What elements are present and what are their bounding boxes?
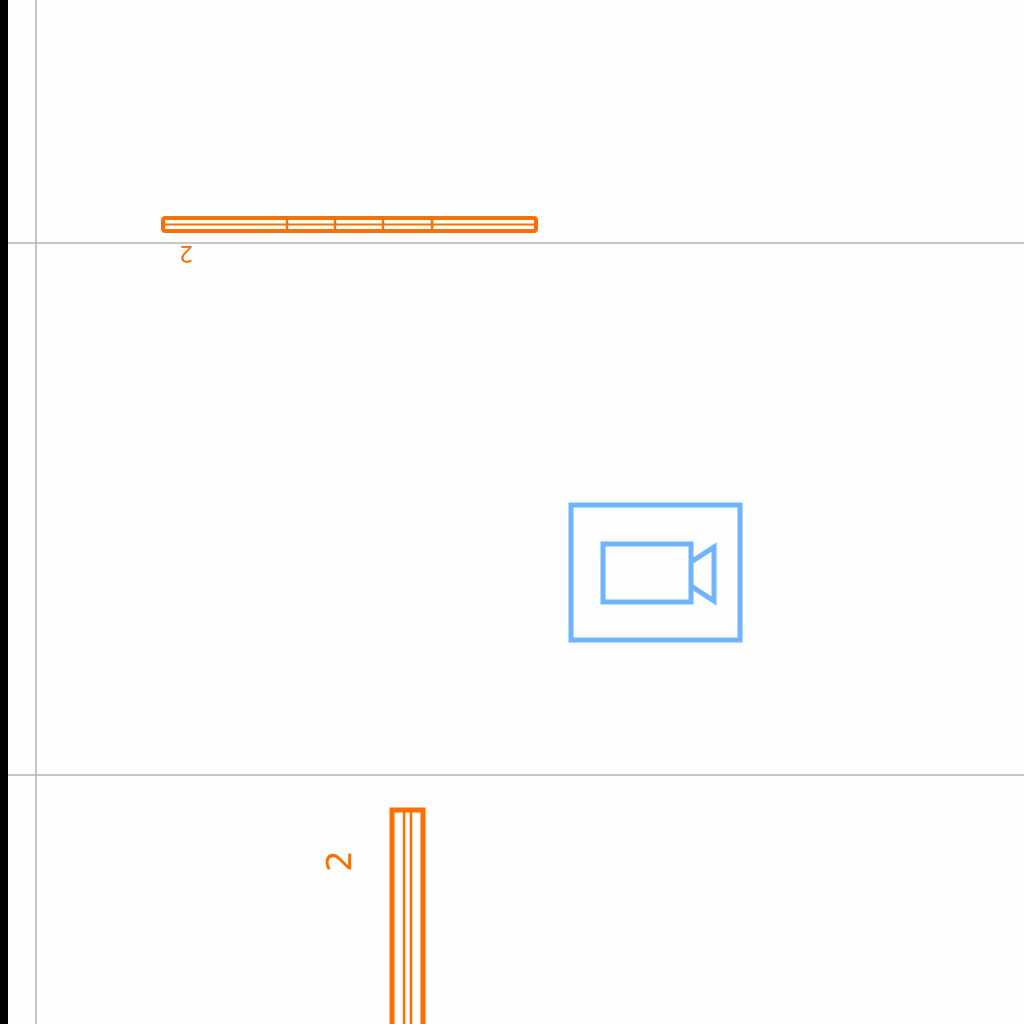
camera-icon[interactable] bbox=[568, 502, 743, 643]
grid-lines bbox=[8, 0, 1024, 1024]
camera-lens bbox=[688, 542, 717, 606]
window-symbol-bottom[interactable] bbox=[389, 807, 426, 1024]
window-label-top: 2 bbox=[179, 240, 193, 265]
floor-plan-canvas bbox=[0, 0, 1024, 1024]
window-label-bottom: 2 bbox=[319, 850, 360, 872]
left-margin-bar bbox=[0, 0, 8, 1024]
window-symbol-top[interactable] bbox=[161, 216, 538, 233]
camera-body bbox=[600, 541, 694, 605]
